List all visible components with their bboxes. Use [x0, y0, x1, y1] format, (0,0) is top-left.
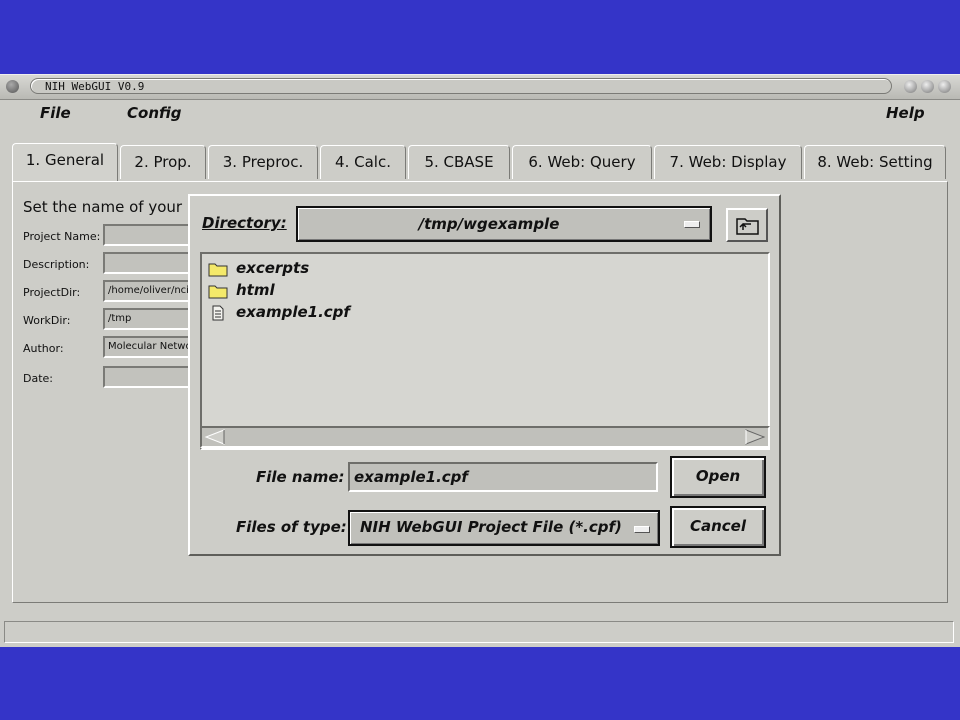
work-dir-label: WorkDir:	[23, 314, 71, 327]
minimize-icon[interactable]	[904, 80, 917, 93]
folder-icon	[208, 285, 228, 298]
window-menu-icon[interactable]	[6, 80, 19, 93]
menu-bar: File Config Help	[0, 99, 960, 127]
filetype-combo[interactable]: NIH WebGUI Project File (*.cpf)	[348, 510, 660, 546]
filename-label: File name:	[256, 468, 345, 486]
menu-help[interactable]: Help	[886, 104, 925, 122]
file-name: excerpts	[236, 259, 310, 277]
horizontal-scrollbar[interactable]	[200, 426, 770, 448]
cancel-button[interactable]: Cancel	[670, 506, 766, 548]
file-open-dialog: Directory: /tmp/wgexample excerpts html …	[188, 194, 781, 556]
status-bar	[4, 621, 954, 643]
tab-cbase[interactable]: 5. CBASE	[408, 145, 510, 179]
chevron-down-icon[interactable]	[634, 526, 650, 533]
directory-value: /tmp/wgexample	[418, 215, 560, 233]
directory-label: Directory:	[202, 214, 287, 232]
file-name: html	[236, 281, 275, 299]
scroll-left-icon[interactable]	[204, 429, 226, 445]
file-name: example1.cpf	[236, 303, 350, 321]
parent-directory-button[interactable]	[726, 208, 768, 242]
list-item[interactable]: example1.cpf	[208, 302, 350, 322]
window-title: NIH WebGUI V0.9	[30, 78, 892, 94]
title-bar[interactable]: NIH WebGUI V0.9	[0, 75, 960, 100]
maximize-icon[interactable]	[921, 80, 934, 93]
document-icon	[212, 305, 224, 320]
close-icon[interactable]	[938, 80, 951, 93]
tab-bar: 1. General 2. Prop. 3. Preproc. 4. Calc.…	[12, 143, 950, 181]
file-list[interactable]: excerpts html example1.cpf	[200, 252, 770, 450]
project-dir-label: ProjectDir:	[23, 286, 81, 299]
list-item[interactable]: html	[208, 280, 275, 300]
date-label: Date:	[23, 372, 53, 385]
list-item[interactable]: excerpts	[208, 258, 309, 278]
tab-web-display[interactable]: 7. Web: Display	[654, 145, 802, 179]
filename-input[interactable]: example1.cpf	[348, 462, 658, 492]
menu-config[interactable]: Config	[127, 104, 182, 122]
tab-web-setting[interactable]: 8. Web: Setting	[804, 145, 946, 179]
filetype-label: Files of type:	[236, 518, 347, 536]
author-label: Author:	[23, 342, 64, 355]
directory-label-text: Directory:	[202, 214, 287, 232]
tab-general[interactable]: 1. General	[12, 143, 118, 181]
open-button[interactable]: Open	[670, 456, 766, 498]
tab-preproc[interactable]: 3. Preproc.	[208, 145, 318, 179]
tab-prop[interactable]: 2. Prop.	[120, 145, 206, 179]
directory-combo[interactable]: /tmp/wgexample	[296, 206, 712, 242]
panel-intro: Set the name of your	[23, 198, 183, 216]
tab-web-query[interactable]: 6. Web: Query	[512, 145, 652, 179]
filetype-value: NIH WebGUI Project File (*.cpf)	[360, 518, 622, 536]
tab-calc[interactable]: 4. Calc.	[320, 145, 406, 179]
scroll-right-icon[interactable]	[744, 429, 766, 445]
folder-icon	[208, 263, 228, 276]
chevron-down-icon[interactable]	[684, 221, 700, 228]
project-name-label: Project Name:	[23, 230, 101, 243]
menu-file[interactable]: File	[40, 104, 71, 122]
description-label: Description:	[23, 258, 90, 271]
folder-up-icon	[736, 218, 759, 235]
